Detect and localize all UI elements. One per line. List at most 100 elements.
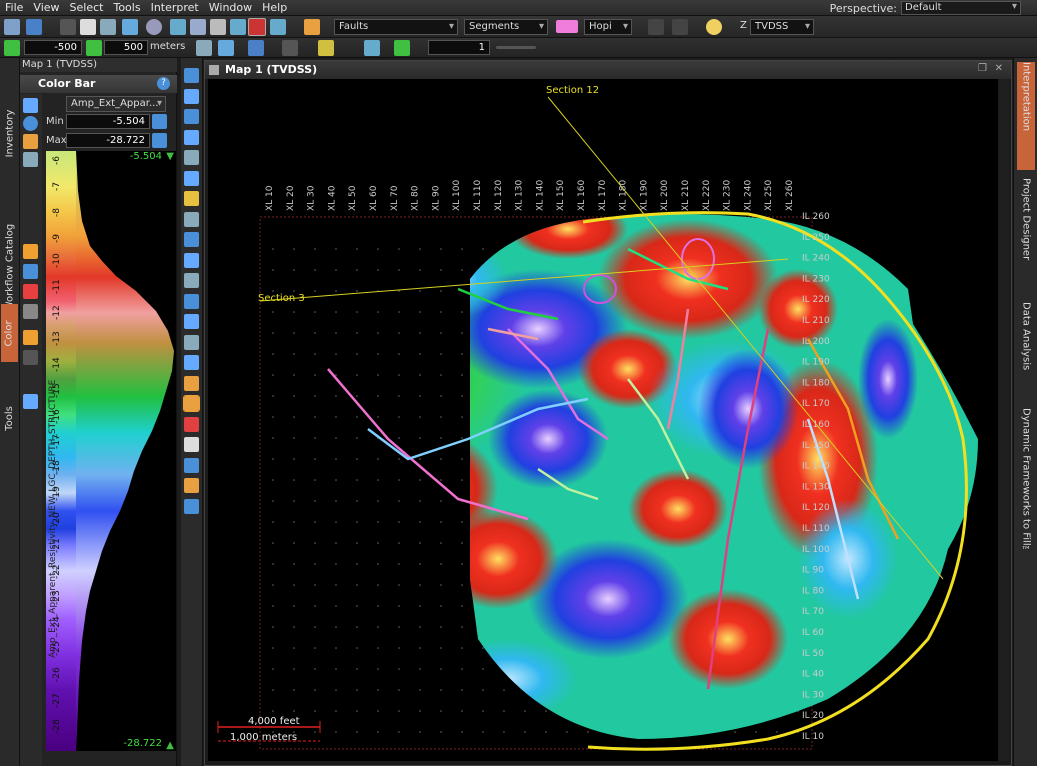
tab-color[interactable]: Color bbox=[1, 304, 18, 362]
save-icon[interactable] bbox=[60, 19, 76, 35]
measure-icon[interactable] bbox=[122, 19, 138, 35]
max-input[interactable]: -28.722 bbox=[66, 133, 150, 148]
menu-select[interactable]: Select bbox=[65, 0, 109, 16]
restore-icon[interactable]: ❐ bbox=[978, 63, 987, 74]
picker-icon[interactable] bbox=[23, 304, 38, 319]
palette-icon[interactable] bbox=[23, 134, 38, 149]
print-icon[interactable] bbox=[210, 19, 226, 35]
frame-icon[interactable] bbox=[184, 457, 199, 473]
ruler-icon[interactable] bbox=[183, 395, 200, 412]
menu-tools[interactable]: Tools bbox=[108, 0, 145, 16]
snapshot-icon[interactable] bbox=[184, 478, 199, 493]
zoom-fit-icon[interactable] bbox=[184, 498, 199, 514]
pencil-icon[interactable] bbox=[304, 19, 320, 35]
select-icon[interactable] bbox=[184, 191, 199, 206]
min-label: Min bbox=[46, 116, 64, 127]
tab-tools[interactable]: Tools bbox=[1, 388, 18, 448]
home-icon[interactable] bbox=[196, 40, 212, 56]
bottom-handle-icon[interactable]: ▲ bbox=[166, 740, 174, 751]
tab-inventory[interactable]: Inventory bbox=[1, 78, 18, 188]
scale-icon[interactable] bbox=[23, 330, 38, 345]
color-ramp-tick: -9 bbox=[52, 233, 62, 243]
redo-icon[interactable] bbox=[672, 19, 688, 35]
window-icon[interactable] bbox=[170, 19, 186, 35]
help-icon[interactable]: ? bbox=[157, 77, 170, 90]
zoom-in-icon[interactable] bbox=[184, 68, 199, 83]
lock-icon[interactable] bbox=[23, 350, 38, 365]
map-svg[interactable]: Section 12 Section 3 XL 10 XL 20 XL 30 XL 4… bbox=[208, 79, 998, 761]
flip-icon[interactable] bbox=[23, 244, 38, 259]
export-icon[interactable] bbox=[230, 19, 246, 35]
line-style-icon[interactable] bbox=[394, 40, 410, 56]
horizon-dropdown[interactable]: Hopi bbox=[584, 19, 632, 35]
crossline-label: XL 200 bbox=[660, 180, 670, 211]
polygon-icon[interactable] bbox=[184, 273, 199, 288]
map-canvas[interactable]: Section 12 Section 3 XL 10 XL 20 XL 30 XL 4… bbox=[208, 79, 998, 761]
close-icon[interactable]: ✕ bbox=[995, 63, 1003, 74]
interpolate-icon[interactable] bbox=[23, 284, 38, 299]
measure-icon[interactable] bbox=[184, 293, 199, 309]
rotate-icon[interactable] bbox=[184, 129, 199, 145]
layout-icon[interactable] bbox=[190, 19, 206, 35]
bookmark-icon[interactable] bbox=[248, 40, 264, 56]
select-tool-icon[interactable] bbox=[80, 19, 96, 35]
interpret-mode-icon[interactable] bbox=[248, 18, 266, 36]
tab-data-analysis[interactable]: Data Analysis bbox=[1017, 302, 1035, 402]
tab-interpretation[interactable]: Interpretation bbox=[1017, 62, 1035, 170]
attribute-dropdown[interactable]: Amp_Ext_Appar... bbox=[66, 96, 166, 112]
max-reset-icon[interactable] bbox=[152, 133, 167, 148]
layers-icon[interactable] bbox=[184, 314, 199, 329]
zoom-box-icon[interactable] bbox=[184, 88, 199, 104]
draw-icon[interactable] bbox=[184, 375, 199, 391]
level-input[interactable]: 1 bbox=[428, 40, 490, 55]
settings-icon[interactable] bbox=[23, 394, 38, 409]
sun-icon[interactable] bbox=[706, 19, 722, 35]
menu-help[interactable]: Help bbox=[257, 0, 292, 16]
color-wheel-icon[interactable] bbox=[184, 416, 199, 432]
perspective-select[interactable]: Default bbox=[901, 1, 1021, 15]
step-back-icon[interactable] bbox=[4, 40, 20, 56]
zoom-out-icon[interactable] bbox=[184, 109, 199, 124]
min-reset-icon[interactable] bbox=[152, 114, 167, 129]
globe-icon[interactable] bbox=[146, 19, 162, 35]
pan-icon[interactable] bbox=[184, 150, 199, 165]
display-icon[interactable] bbox=[270, 19, 286, 35]
pin-icon[interactable] bbox=[318, 40, 334, 56]
color-table-icon[interactable] bbox=[23, 98, 38, 113]
flag-icon[interactable] bbox=[282, 40, 298, 56]
right-range-input[interactable]: 500 bbox=[104, 40, 148, 55]
horizon-color-swatch[interactable] bbox=[556, 20, 578, 33]
tab-dynamic-frameworks[interactable]: Dynamic Frameworks to Fill™ bbox=[1017, 408, 1035, 598]
undo-icon[interactable] bbox=[648, 19, 664, 35]
annotation-icon[interactable] bbox=[184, 334, 199, 350]
domain-dropdown[interactable]: TVDSS bbox=[750, 19, 814, 35]
color-ramp-tick: -27 bbox=[52, 693, 62, 709]
copy-icon[interactable] bbox=[184, 437, 199, 452]
menu-file[interactable]: File bbox=[0, 0, 28, 16]
view-icon[interactable] bbox=[184, 170, 199, 186]
arrow-icon[interactable] bbox=[184, 355, 199, 370]
level-slider[interactable] bbox=[496, 46, 536, 49]
menu-window[interactable]: Window bbox=[204, 0, 257, 16]
grid-icon[interactable] bbox=[100, 19, 116, 35]
step-forward-icon[interactable] bbox=[86, 40, 102, 56]
fit-icon[interactable] bbox=[218, 40, 234, 56]
tools-icon[interactable] bbox=[364, 40, 380, 56]
segments-dropdown[interactable]: Segments bbox=[464, 19, 548, 35]
refresh-icon[interactable] bbox=[23, 116, 38, 131]
histogram-icon[interactable] bbox=[23, 152, 38, 167]
horizon-icon[interactable] bbox=[184, 252, 199, 268]
equalize-icon[interactable] bbox=[23, 264, 38, 279]
new-project-icon[interactable] bbox=[4, 19, 20, 35]
faults-dropdown[interactable]: Faults bbox=[334, 19, 458, 35]
top-handle-icon[interactable]: ▼ bbox=[166, 151, 174, 162]
tab-project-designer[interactable]: Project Designer bbox=[1017, 178, 1035, 298]
open-icon[interactable] bbox=[26, 19, 42, 35]
left-range-input[interactable]: -500 bbox=[24, 40, 82, 55]
menu-view[interactable]: View bbox=[28, 0, 64, 16]
menu-interpret[interactable]: Interpret bbox=[146, 0, 204, 16]
map-scrollbar[interactable] bbox=[999, 79, 1009, 761]
pick-icon[interactable] bbox=[184, 211, 199, 227]
fault-icon[interactable] bbox=[184, 232, 199, 247]
min-input[interactable]: -5.504 bbox=[66, 114, 150, 129]
